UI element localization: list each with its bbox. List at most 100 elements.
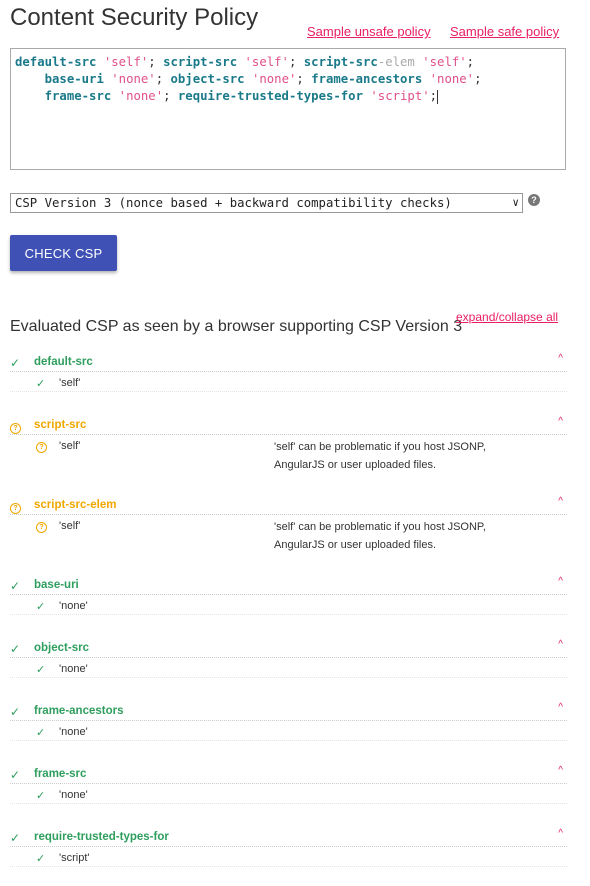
chevron-up-icon[interactable]: ^ [558, 576, 563, 587]
directive-value: 'self' [59, 440, 81, 452]
directive-name: require-trusted-types-for [34, 831, 169, 843]
directive-name: object-src [34, 642, 89, 654]
code-token: ; [163, 89, 178, 103]
directive-name: frame-src [34, 768, 87, 780]
help-icon[interactable]: ? [528, 194, 540, 206]
chevron-up-icon[interactable]: ^ [558, 828, 563, 839]
evaluated-csp-heading: Evaluated CSP as seen by a browser suppo… [10, 318, 463, 335]
value-status: ✓ [36, 726, 45, 739]
directive-name: frame-ancestors [34, 705, 124, 717]
directive-status: ✓ [10, 768, 20, 782]
directive-status: ✓ [10, 831, 20, 845]
check-icon: ✓ [36, 664, 46, 676]
code-token: script-src [303, 55, 378, 69]
check-csp-button[interactable]: CHECK CSP [10, 235, 117, 271]
sample-unsafe-policy-link[interactable]: Sample unsafe policy [307, 24, 431, 39]
code-token: ; [296, 72, 312, 86]
chevron-up-icon[interactable]: ^ [558, 353, 563, 364]
check-icon: ✓ [10, 579, 21, 593]
directive-value: 'self' [59, 377, 81, 389]
csp-version-select[interactable]: CSP Version 3 (nonce based + backward co… [10, 193, 523, 213]
directive-frame-ancestors: ✓ frame-ancestors ^ ✓ 'none' [10, 702, 567, 744]
directive-status: ? [10, 499, 21, 514]
directive-header[interactable]: ✓ frame-src ^ [10, 765, 567, 784]
page-title: Content Security Policy [10, 4, 259, 31]
check-icon: ✓ [10, 705, 21, 719]
directive-header[interactable]: ✓ base-uri ^ [10, 576, 567, 595]
chevron-up-icon[interactable]: ^ [558, 639, 563, 650]
value-status: ✓ [36, 852, 45, 865]
text-cursor [437, 89, 439, 104]
code-token: 'self' [244, 55, 289, 69]
directive-require-trusted-types-for: ✓ require-trusted-types-for ^ ✓ 'script' [10, 828, 567, 870]
directive-value-row: ? 'self' 'self' can be problematic if you … [10, 440, 567, 471]
code-token: 'none' [251, 72, 297, 86]
directive-value: 'none' [59, 600, 88, 612]
check-icon: ✓ [36, 853, 46, 865]
code-token: 'script' [370, 89, 430, 103]
directive-value: 'none' [59, 663, 88, 675]
directive-script-src-elem: ? script-src-elem ^? 'self' 'self' can be pr… [10, 496, 567, 551]
chevron-down-icon: ∨ [512, 196, 519, 209]
code-token: ; [466, 55, 475, 69]
chevron-up-icon[interactable]: ^ [558, 765, 563, 776]
directive-value-row: ✓ 'none' [10, 663, 567, 678]
directive-status: ✓ [10, 705, 20, 719]
warning-question-icon: ? [36, 522, 47, 533]
directive-header[interactable]: ? script-src ^ [10, 416, 567, 435]
directive-name: default-src [34, 356, 93, 368]
check-icon: ✓ [36, 790, 46, 802]
code-token: 'self' [103, 55, 149, 69]
code-token: ; [288, 55, 304, 69]
code-token: default-src [15, 55, 97, 69]
directive-status: ✓ [10, 356, 20, 370]
directive-value: 'script' [59, 852, 90, 864]
directive-name: script-src-elem [34, 499, 117, 511]
check-icon: ✓ [10, 356, 21, 370]
sample-safe-policy-link[interactable]: Sample safe policy [450, 24, 559, 39]
chevron-up-icon[interactable]: ^ [558, 702, 563, 713]
code-token: ; [474, 72, 482, 86]
expand-collapse-all-link[interactable]: expand/collapse all [456, 310, 558, 324]
code-token: -elem [377, 55, 415, 69]
value-status: ✓ [36, 377, 45, 390]
warning-question-icon: ? [36, 442, 47, 453]
check-icon: ✓ [10, 642, 21, 656]
directive-value-row: ✓ 'self' [10, 377, 567, 392]
check-icon: ✓ [36, 601, 46, 613]
directive-value-row: ? 'self' 'self' can be problematic if you … [10, 520, 567, 551]
directive-header[interactable]: ? script-src-elem ^ [10, 496, 567, 515]
directive-object-src: ✓ object-src ^ ✓ 'none' [10, 639, 567, 681]
directive-header[interactable]: ✓ object-src ^ [10, 639, 567, 658]
directive-name: base-uri [34, 579, 79, 591]
check-icon: ✓ [10, 768, 21, 782]
finding-description: 'self' can be problematic if you host JS… [274, 521, 486, 551]
code-token: 'self' [422, 55, 467, 69]
value-status: ✓ [36, 663, 45, 676]
directive-value: 'self' [59, 520, 81, 532]
csp-input-textarea[interactable]: default-src 'self'; script-src 'self'; s… [10, 48, 566, 170]
code-token: object-src [170, 72, 245, 86]
directive-header[interactable]: ✓ default-src ^ [10, 353, 567, 372]
code-token: 'none' [111, 72, 156, 86]
code-token: 'none' [118, 89, 164, 103]
directive-status: ✓ [10, 579, 20, 593]
directive-status: ✓ [10, 642, 20, 656]
value-status: ✓ [36, 600, 45, 613]
code-token: ; [155, 72, 171, 86]
code-token: 'none' [429, 72, 475, 86]
directive-status: ? [10, 419, 21, 434]
code-token: ; [429, 89, 438, 103]
chevron-up-icon[interactable]: ^ [558, 496, 563, 507]
directive-header[interactable]: ✓ require-trusted-types-for ^ [10, 828, 567, 847]
code-token: base-uri [44, 72, 104, 86]
value-status: ? [36, 520, 47, 533]
chevron-up-icon[interactable]: ^ [558, 416, 563, 427]
code-token: ; [148, 55, 164, 69]
directive-header[interactable]: ✓ frame-ancestors ^ [10, 702, 567, 721]
code-token: script-src [163, 55, 238, 69]
